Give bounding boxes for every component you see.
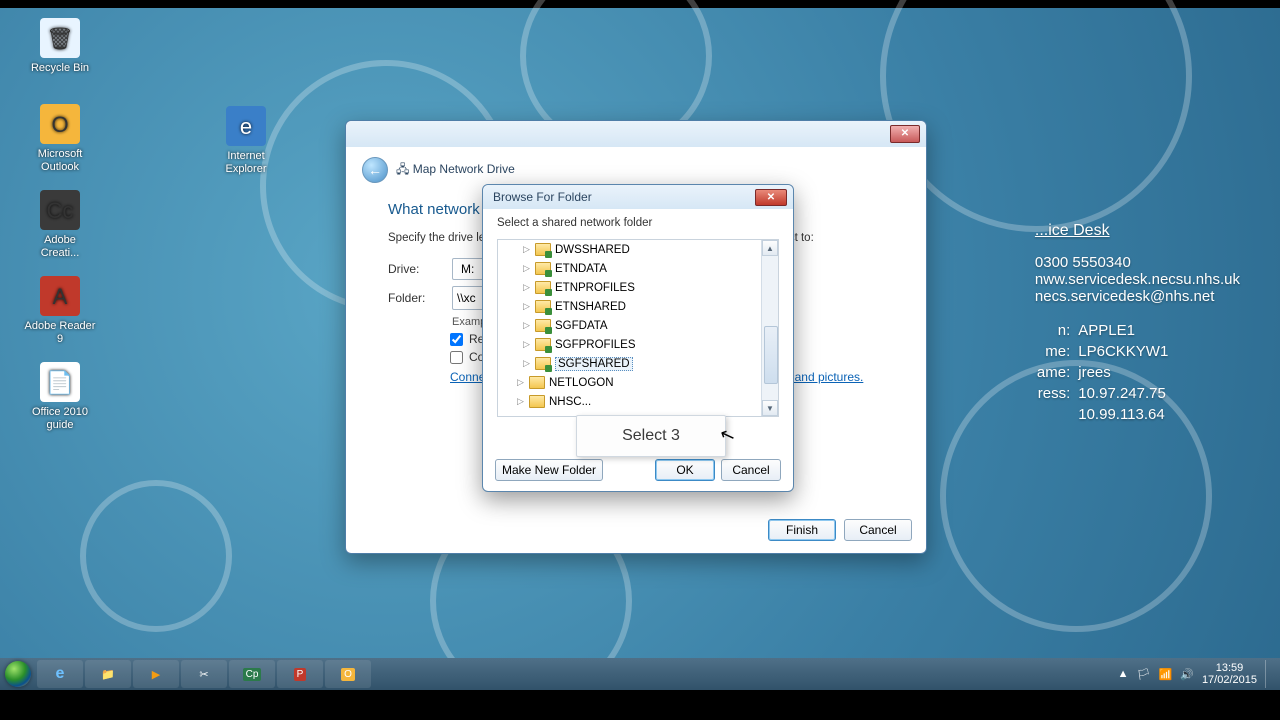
desktop: 🗑Recycle Bin OMicrosoft Outlook CcAdobe Cr… bbox=[0, 0, 1280, 720]
tray-sound-icon[interactable]: 🔊 bbox=[1180, 668, 1194, 681]
taskbar-media[interactable]: ▶ bbox=[133, 660, 179, 688]
titlebar[interactable]: ✕ bbox=[346, 121, 926, 147]
tree-item[interactable]: ▷NHSC... bbox=[498, 392, 778, 411]
start-button[interactable] bbox=[0, 658, 36, 690]
dialog-cancel-button[interactable]: Cancel bbox=[721, 459, 781, 481]
dialog-close-button[interactable]: ✕ bbox=[755, 189, 787, 206]
tree-item[interactable]: ▷ETNPROFILES bbox=[498, 278, 778, 297]
tree-item[interactable]: ▷SGFPROFILES bbox=[498, 335, 778, 354]
decoration bbox=[80, 480, 232, 632]
tree-item[interactable]: ▷SGFSHARED bbox=[498, 354, 778, 373]
tree-item[interactable]: ▷ETNDATA bbox=[498, 259, 778, 278]
scroll-thumb[interactable] bbox=[764, 326, 778, 384]
service-desk-header: ...ice Desk bbox=[1035, 222, 1240, 240]
dialog-titlebar[interactable]: Browse For Folder ✕ bbox=[483, 185, 793, 209]
taskbar-outlook[interactable]: O bbox=[325, 660, 371, 688]
scrollbar[interactable]: ▲ ▼ bbox=[761, 240, 778, 416]
taskbar-captivate[interactable]: Cp bbox=[229, 660, 275, 688]
taskbar-clock[interactable]: 13:59 17/02/2015 bbox=[1202, 662, 1257, 686]
taskbar-ie[interactable]: e bbox=[37, 660, 83, 688]
dialog-message: Select a shared network folder bbox=[483, 209, 793, 235]
tree-item[interactable]: ▷DWSSHARED bbox=[498, 240, 778, 259]
tray-expand-icon[interactable]: ▲ bbox=[1118, 668, 1129, 680]
finish-button[interactable]: Finish bbox=[768, 519, 836, 541]
folder-label: Folder: bbox=[388, 291, 444, 305]
scroll-up-button[interactable]: ▲ bbox=[762, 240, 778, 256]
taskbar[interactable]: e 📁 ▶ ✂ Cp P O ▲ 🏳 📶 🔊 13:59 17/02/2015 bbox=[0, 658, 1280, 690]
scroll-down-button[interactable]: ▼ bbox=[762, 400, 778, 416]
tree-item[interactable]: ▷NETLOGON bbox=[498, 373, 778, 392]
dialog-title: Browse For Folder bbox=[493, 190, 592, 204]
make-new-folder-button[interactable]: Make New Folder bbox=[495, 459, 603, 481]
tray-flag-icon[interactable]: 🏳 bbox=[1137, 668, 1151, 681]
cancel-button[interactable]: Cancel bbox=[844, 519, 912, 541]
desktop-icon[interactable]: CcAdobe Creati... bbox=[24, 190, 96, 260]
ok-button[interactable]: OK bbox=[655, 459, 715, 481]
desktop-icon[interactable]: 📄Office 2010 guide bbox=[24, 362, 96, 432]
desktop-icon[interactable]: 🗑Recycle Bin bbox=[24, 18, 96, 75]
window-title: Map Network Drive bbox=[413, 162, 515, 176]
taskbar-explorer[interactable]: 📁 bbox=[85, 660, 131, 688]
show-desktop-button[interactable] bbox=[1265, 660, 1274, 688]
desktop-icon[interactable]: OMicrosoft Outlook bbox=[24, 104, 96, 174]
back-button[interactable]: ← bbox=[362, 157, 388, 183]
folder-tree[interactable]: ▷DWSSHARED▷ETNDATA▷ETNPROFILES▷ETNSHARED… bbox=[497, 239, 779, 417]
taskbar-powerpoint[interactable]: P bbox=[277, 660, 323, 688]
system-tray[interactable]: ▲ 🏳 📶 🔊 13:59 17/02/2015 bbox=[1118, 660, 1280, 688]
tree-item[interactable]: ▷SGFDATA bbox=[498, 316, 778, 335]
taskbar-snip[interactable]: ✂ bbox=[181, 660, 227, 688]
close-button[interactable]: ✕ bbox=[890, 125, 920, 143]
desktop-icon[interactable]: AAdobe Reader 9 bbox=[24, 276, 96, 346]
tooltip: Select 3 bbox=[576, 415, 726, 457]
tree-item[interactable]: ▷ETNSHARED bbox=[498, 297, 778, 316]
desktop-icon[interactable]: eInternet Explorer bbox=[210, 106, 282, 176]
drive-label: Drive: bbox=[388, 262, 444, 276]
letterbox-bottom bbox=[0, 690, 1280, 720]
service-desk-info: ...ice Desk 0300 5550340 nww.servicedesk… bbox=[1035, 222, 1240, 426]
tray-network-icon[interactable]: 📶 bbox=[1159, 668, 1173, 681]
